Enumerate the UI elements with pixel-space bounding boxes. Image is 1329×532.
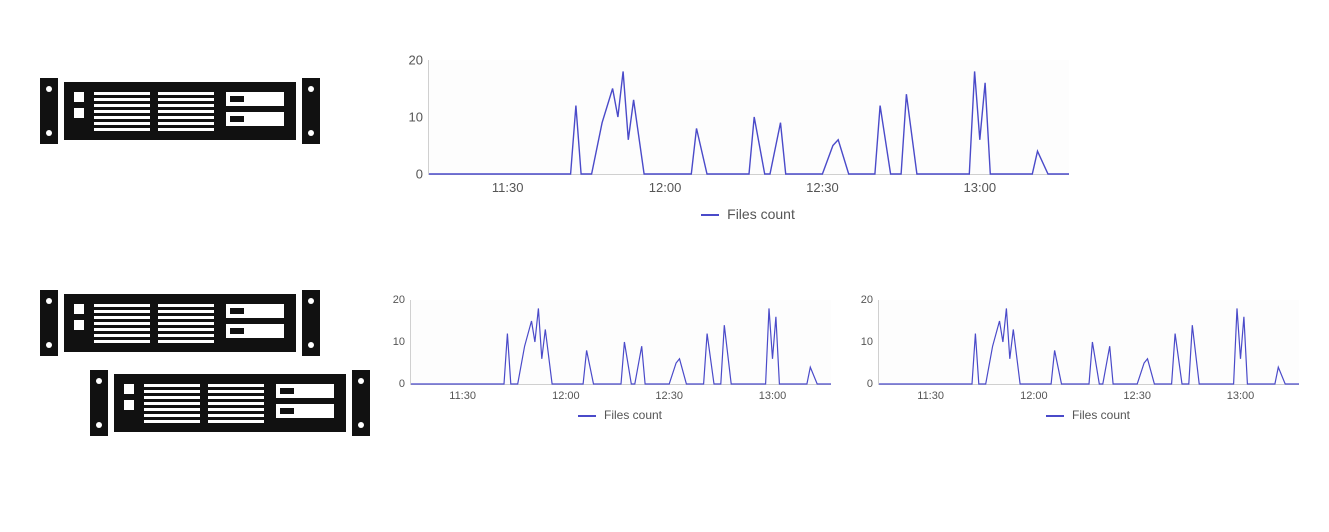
x-tick: 12:00 — [1020, 384, 1048, 402]
y-tick: 0 — [867, 378, 879, 390]
chart-legend: Files count — [428, 206, 1068, 222]
plot-area: 20 10 0 11:30 12:00 12:30 13:00 — [428, 60, 1069, 175]
x-tick: 11:30 — [449, 384, 476, 402]
legend-swatch-icon — [701, 214, 719, 216]
x-tick: 12:00 — [552, 384, 580, 402]
legend-swatch-icon — [1046, 415, 1064, 417]
chart-legend: Files count — [410, 408, 830, 422]
legend-label: Files count — [604, 408, 662, 422]
y-tick: 20 — [861, 294, 879, 306]
y-tick: 10 — [861, 336, 879, 348]
files-count-chart-small-2: 20 10 0 11:30 12:00 12:30 13:00 Files co… — [878, 300, 1298, 430]
x-tick: 12:30 — [1123, 384, 1151, 402]
plot-area: 20 10 0 11:30 12:00 12:30 13:00 — [410, 300, 831, 385]
y-tick: 0 — [399, 378, 411, 390]
y-tick: 10 — [409, 110, 429, 125]
files-count-chart-large: 20 10 0 11:30 12:00 12:30 13:00 Files co… — [428, 60, 1068, 235]
server-rack-icon — [90, 370, 370, 436]
chart-legend: Files count — [878, 408, 1298, 422]
x-tick: 13:00 — [759, 384, 787, 402]
x-tick: 13:00 — [964, 174, 997, 195]
server-rack-icon — [40, 78, 320, 144]
x-tick: 11:30 — [492, 174, 524, 195]
chart-line — [429, 60, 1069, 174]
x-tick: 13:00 — [1227, 384, 1255, 402]
x-tick: 12:00 — [649, 174, 682, 195]
chart-line — [411, 300, 831, 384]
y-tick: 20 — [393, 294, 411, 306]
server-rack-icon — [40, 290, 320, 356]
files-count-chart-small-1: 20 10 0 11:30 12:00 12:30 13:00 Files co… — [410, 300, 830, 430]
plot-area: 20 10 0 11:30 12:00 12:30 13:00 — [878, 300, 1299, 385]
x-tick: 11:30 — [917, 384, 944, 402]
y-tick: 0 — [416, 167, 429, 182]
legend-swatch-icon — [578, 415, 596, 417]
x-tick: 12:30 — [806, 174, 839, 195]
x-tick: 12:30 — [655, 384, 683, 402]
legend-label: Files count — [727, 206, 795, 222]
y-tick: 20 — [409, 53, 429, 68]
chart-line — [879, 300, 1299, 384]
y-tick: 10 — [393, 336, 411, 348]
legend-label: Files count — [1072, 408, 1130, 422]
